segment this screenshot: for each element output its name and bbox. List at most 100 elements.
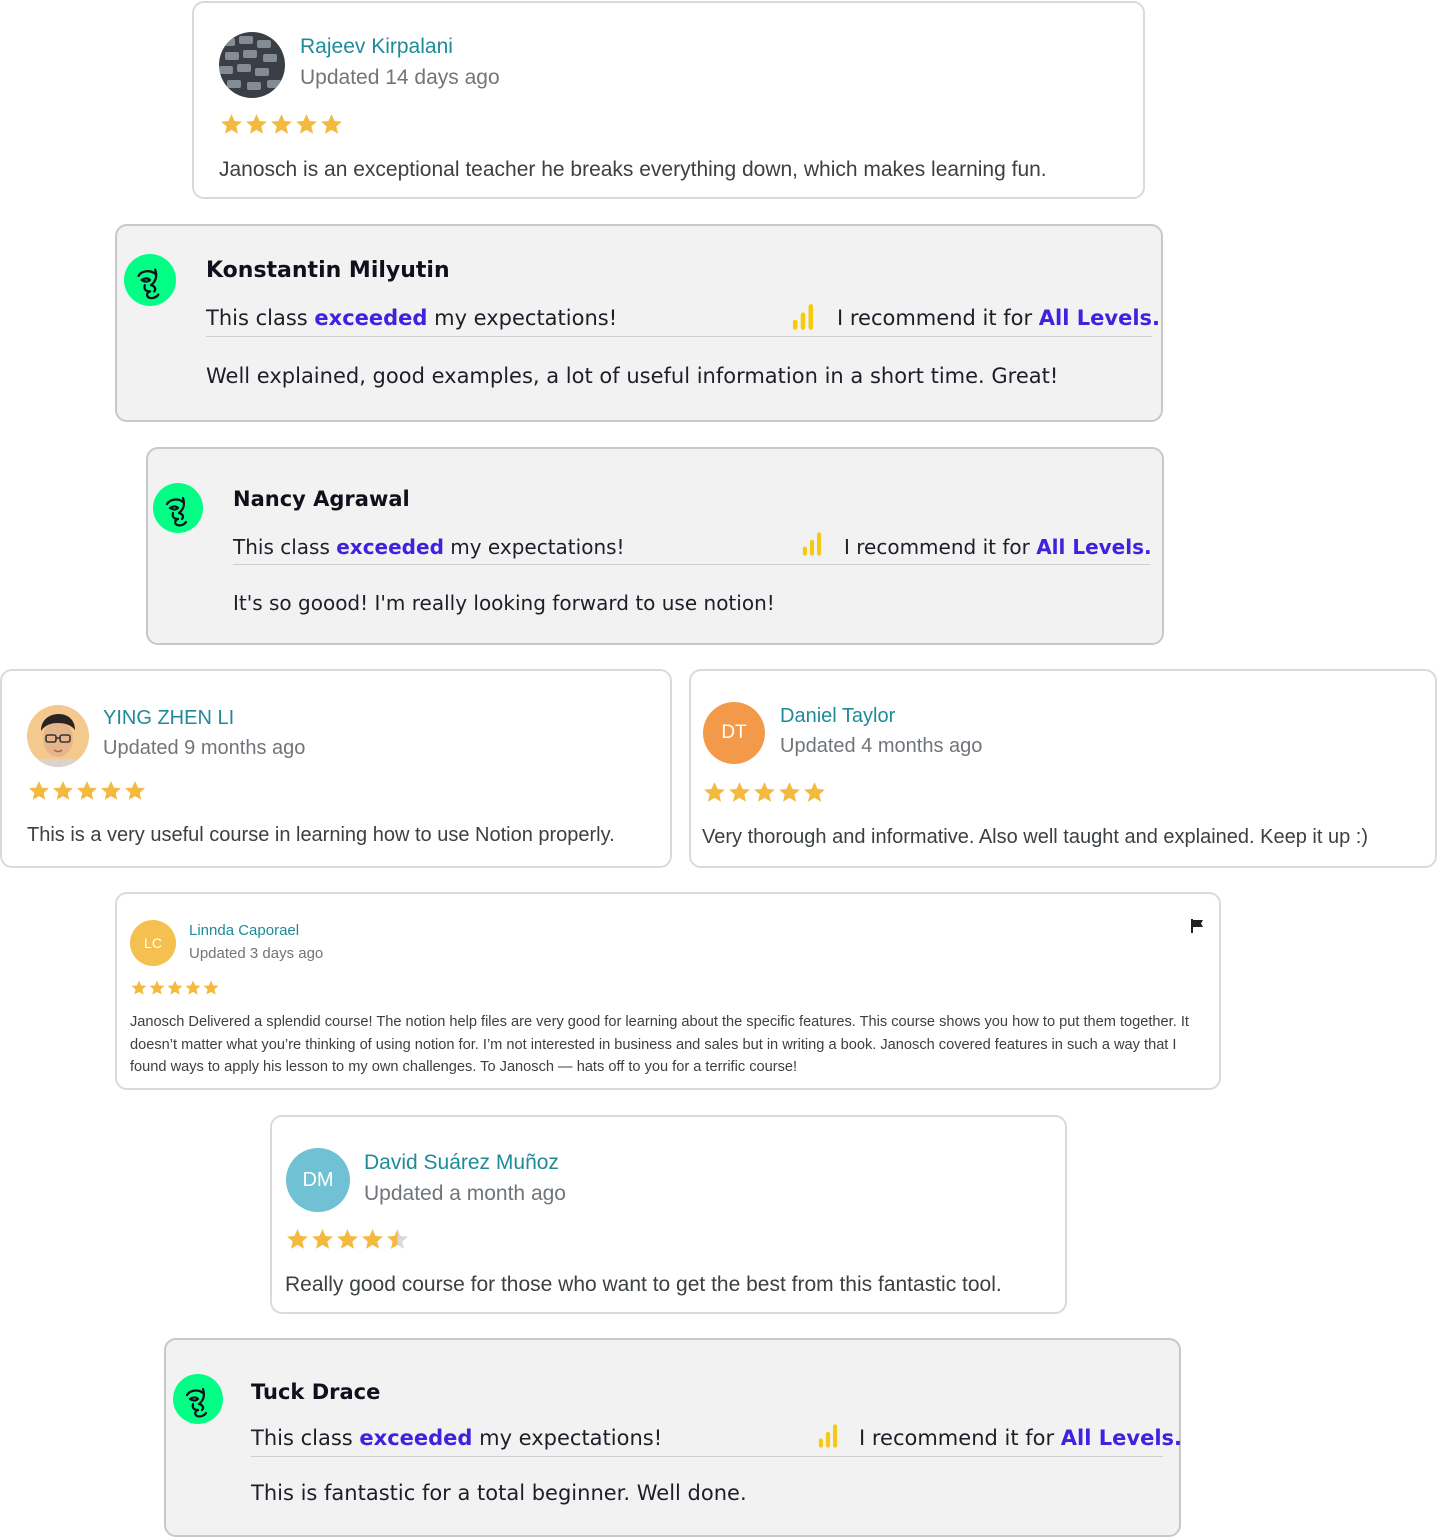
recommendation-text: I recommend it for All Levels.	[837, 306, 1160, 330]
recommendation-text: I recommend it for All Levels.	[844, 535, 1152, 559]
expectation-text: This class exceeded my expectations!	[233, 535, 625, 559]
avatar	[219, 32, 285, 98]
star-icon	[184, 979, 202, 997]
star-icon	[51, 779, 75, 803]
star-icon	[75, 779, 99, 803]
star-icon	[244, 112, 269, 137]
face-icon	[124, 254, 176, 306]
star-icon	[99, 779, 123, 803]
review-card: Konstantin Milyutin This class exceeded …	[115, 224, 1163, 422]
reviewer-name: Nancy Agrawal	[233, 487, 410, 511]
avatar: LC	[130, 920, 176, 966]
star-icon	[727, 780, 752, 805]
reviewer-name: Konstantin Milyutin	[206, 258, 450, 283]
review-card: Rajeev Kirpalani Updated 14 days ago Jan…	[192, 1, 1145, 199]
review-text: Well explained, good examples, a lot of …	[206, 364, 1059, 388]
avatar: DM	[286, 1148, 350, 1212]
star-icon	[310, 1227, 335, 1252]
divider	[251, 1456, 1163, 1457]
expectation-prefix: This class	[251, 1426, 360, 1450]
review-card: LC Linnda Caporael Updated 3 days ago Ja…	[115, 892, 1221, 1090]
updated-time: Updated 9 months ago	[103, 737, 306, 759]
reviewer-name[interactable]: Daniel Taylor	[780, 705, 895, 728]
star-icon	[202, 979, 220, 997]
expectation-word: exceeded	[314, 306, 428, 330]
skillshare-logo	[124, 254, 176, 306]
expectation-prefix: This class	[233, 535, 337, 559]
updated-time: Updated a month ago	[364, 1182, 566, 1205]
star-icon	[752, 780, 777, 805]
recommended-level: All Levels.	[1060, 1426, 1182, 1450]
star-icon	[27, 779, 51, 803]
star-rating	[130, 979, 220, 997]
review-text: This is a very useful course in learning…	[27, 824, 615, 846]
expectation-word: exceeded	[359, 1426, 473, 1450]
star-half-icon	[385, 1227, 410, 1252]
updated-time: Updated 3 days ago	[189, 945, 324, 962]
expectation-text: This class exceeded my expectations!	[206, 306, 617, 330]
star-rating	[285, 1227, 410, 1252]
avatar-photo	[219, 32, 285, 98]
expectation-text: This class exceeded my expectations!	[251, 1426, 662, 1450]
updated-time: Updated 14 days ago	[300, 66, 500, 89]
reviewer-name[interactable]: David Suárez Muñoz	[364, 1151, 559, 1175]
recommended-level: All Levels.	[1038, 306, 1160, 330]
review-text: Very thorough and informative. Also well…	[702, 826, 1368, 848]
star-icon	[335, 1227, 360, 1252]
star-icon	[123, 779, 147, 803]
divider	[206, 336, 1152, 337]
star-icon	[285, 1227, 310, 1252]
star-icon	[166, 979, 184, 997]
reviewer-name[interactable]: Rajeev Kirpalani	[300, 35, 453, 59]
star-icon	[219, 112, 244, 137]
recommendation-prefix: I recommend it for	[859, 1426, 1061, 1450]
avatar	[27, 705, 89, 767]
star-icon	[360, 1227, 385, 1252]
review-text: Janosch is an exceptional teacher he bre…	[219, 158, 1047, 181]
star-icon	[148, 979, 166, 997]
recommendation-prefix: I recommend it for	[837, 306, 1039, 330]
review-text: Really good course for those who want to…	[285, 1273, 1002, 1296]
star-icon	[269, 112, 294, 137]
divider	[233, 564, 1150, 565]
star-icon	[802, 780, 827, 805]
skillshare-logo	[153, 483, 203, 533]
star-icon	[777, 780, 802, 805]
review-card: DT Daniel Taylor Updated 4 months ago Ve…	[689, 669, 1437, 868]
flag-icon[interactable]	[1189, 917, 1207, 935]
reviewer-name: Tuck Drace	[251, 1380, 381, 1404]
review-card: Tuck Drace This class exceeded my expect…	[164, 1338, 1182, 1537]
avatar: DT	[703, 702, 765, 764]
recommended-level: All Levels.	[1036, 535, 1152, 559]
review-text: Janosch Delivered a splendid course! The…	[130, 1014, 1189, 1076]
updated-time: Updated 4 months ago	[780, 735, 983, 757]
star-icon	[130, 979, 148, 997]
star-rating	[27, 779, 147, 803]
face-icon	[173, 1374, 223, 1424]
expectation-suffix: my expectations!	[427, 306, 618, 330]
level-bars-icon	[792, 303, 814, 331]
star-rating	[702, 780, 827, 805]
recommendation-text: I recommend it for All Levels.	[859, 1426, 1182, 1450]
review-card: Nancy Agrawal This class exceeded my exp…	[146, 447, 1164, 645]
star-icon	[319, 112, 344, 137]
review-card: YING ZHEN LI Updated 9 months ago This i…	[0, 669, 672, 868]
level-bars-icon	[818, 1423, 838, 1449]
expectation-prefix: This class	[206, 306, 315, 330]
expectation-suffix: my expectations!	[472, 1426, 663, 1450]
expectation-suffix: my expectations!	[443, 535, 625, 559]
face-icon	[153, 483, 203, 533]
star-icon	[294, 112, 319, 137]
star-icon	[702, 780, 727, 805]
reviewer-name[interactable]: Linnda Caporael	[189, 922, 299, 939]
level-bars-icon	[802, 531, 822, 557]
review-text: It's so goood! I'm really looking forwar…	[233, 591, 775, 615]
reviewer-name[interactable]: YING ZHEN LI	[103, 707, 234, 730]
recommendation-prefix: I recommend it for	[844, 535, 1037, 559]
review-text: This is fantastic for a total beginner. …	[251, 1481, 747, 1505]
skillshare-logo	[173, 1374, 223, 1424]
star-rating	[219, 112, 344, 137]
review-card: DM David Suárez Muñoz Updated a month ag…	[270, 1115, 1067, 1314]
avatar-photo	[27, 705, 89, 767]
expectation-word: exceeded	[336, 535, 444, 559]
